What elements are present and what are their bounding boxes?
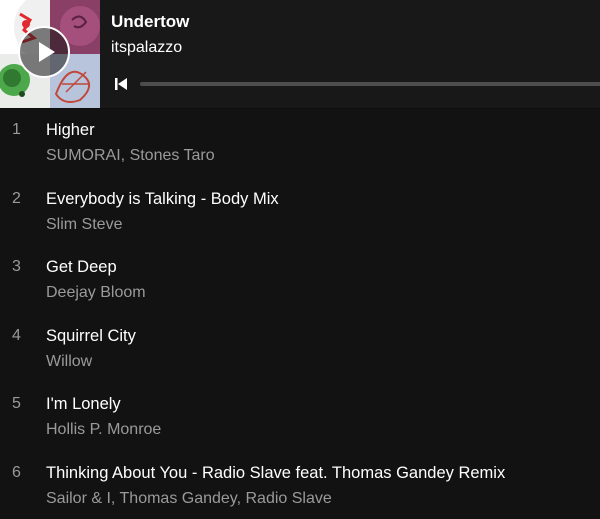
track-number: 1 <box>12 120 21 140</box>
track-row[interactable]: 5 I'm Lonely Hollis P. Monroe <box>0 382 600 451</box>
track-number: 4 <box>12 326 21 346</box>
track-title[interactable]: Get Deep <box>46 257 117 277</box>
previous-track-button[interactable] <box>112 75 130 93</box>
track-number: 3 <box>12 257 21 277</box>
track-row[interactable]: 2 Everybody is Talking - Body Mix Slim S… <box>0 177 600 246</box>
track-artists[interactable]: Deejay Bloom <box>46 283 146 303</box>
track-title[interactable]: Thinking About You - Radio Slave feat. T… <box>46 463 505 483</box>
playback-progress-bar[interactable] <box>140 82 600 86</box>
now-playing-header: Undertow itspalazzo <box>0 0 600 109</box>
track-artists[interactable]: Sailor & I, Thomas Gandey, Radio Slave <box>46 489 332 509</box>
track-row[interactable]: 6 Thinking About You - Radio Slave feat.… <box>0 451 600 519</box>
play-icon <box>20 28 68 76</box>
track-artists[interactable]: Hollis P. Monroe <box>46 420 161 440</box>
album-title[interactable]: Undertow <box>111 12 189 32</box>
album-artist[interactable]: itspalazzo <box>111 38 182 58</box>
track-artists[interactable]: Slim Steve <box>46 215 122 235</box>
track-title[interactable]: Squirrel City <box>46 326 136 346</box>
track-title[interactable]: I'm Lonely <box>46 394 121 414</box>
track-list: 1 Higher SUMORAI, Stones Taro 2 Everybod… <box>0 108 600 519</box>
track-row[interactable]: 4 Squirrel City Willow <box>0 314 600 383</box>
play-button[interactable] <box>18 26 70 78</box>
track-title[interactable]: Everybody is Talking - Body Mix <box>46 189 279 209</box>
album-cover-mosaic[interactable] <box>0 0 100 108</box>
skip-previous-icon <box>112 75 130 93</box>
track-number: 6 <box>12 463 21 483</box>
track-title[interactable]: Higher <box>46 120 95 140</box>
track-artists[interactable]: Willow <box>46 352 92 372</box>
track-number: 5 <box>12 394 21 414</box>
track-row[interactable]: 3 Get Deep Deejay Bloom <box>0 245 600 314</box>
track-number: 2 <box>12 189 21 209</box>
track-artists[interactable]: SUMORAI, Stones Taro <box>46 146 215 166</box>
track-row[interactable]: 1 Higher SUMORAI, Stones Taro <box>0 108 600 177</box>
